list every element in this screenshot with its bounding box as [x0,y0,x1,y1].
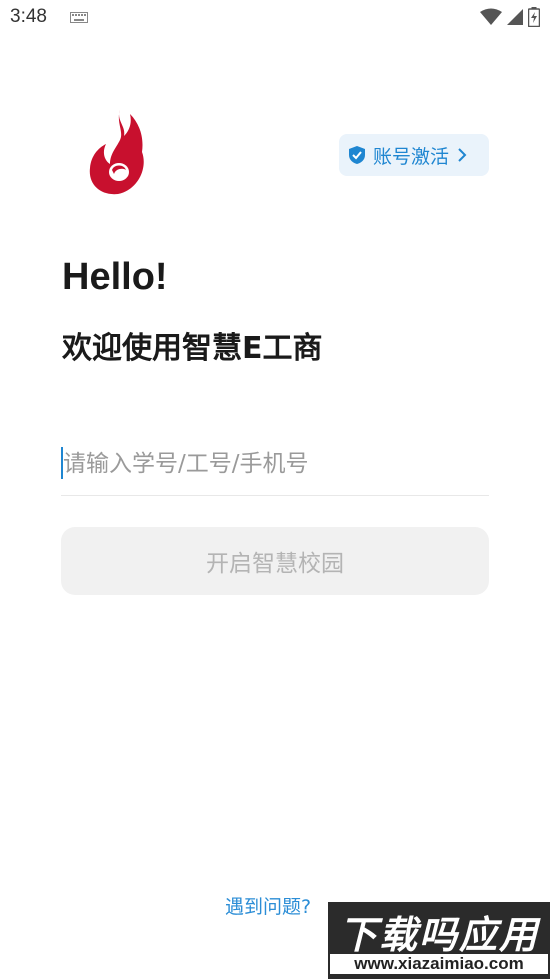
status-time: 3:48 [10,6,47,27]
help-link[interactable]: 遇到问题? [225,892,311,919]
wifi-icon [480,8,502,25]
status-indicators [480,7,540,27]
status-bar: 3:48 [0,0,550,36]
watermark: 下载吗应用 www.xiazaimiao.com [328,902,550,979]
account-activation-button[interactable]: 账号激活 [339,134,489,176]
welcome-title: 欢迎使用智慧E工商 [62,331,323,366]
signal-icon [507,9,523,25]
watermark-url: www.xiazaimiao.com [328,952,550,976]
chevron-right-icon [458,148,467,162]
flame-logo-icon [89,110,144,195]
id-input[interactable] [63,440,483,488]
keyboard-icon [70,12,88,23]
verified-shield-icon [349,146,365,164]
hello-heading: Hello! [62,256,168,298]
id-input-container [61,440,489,496]
watermark-title: 下载吗应用 [338,913,539,957]
battery-charging-icon [528,7,540,27]
open-smart-campus-button[interactable]: 开启智慧校园 [61,527,489,595]
account-activation-label: 账号激活 [373,145,450,168]
